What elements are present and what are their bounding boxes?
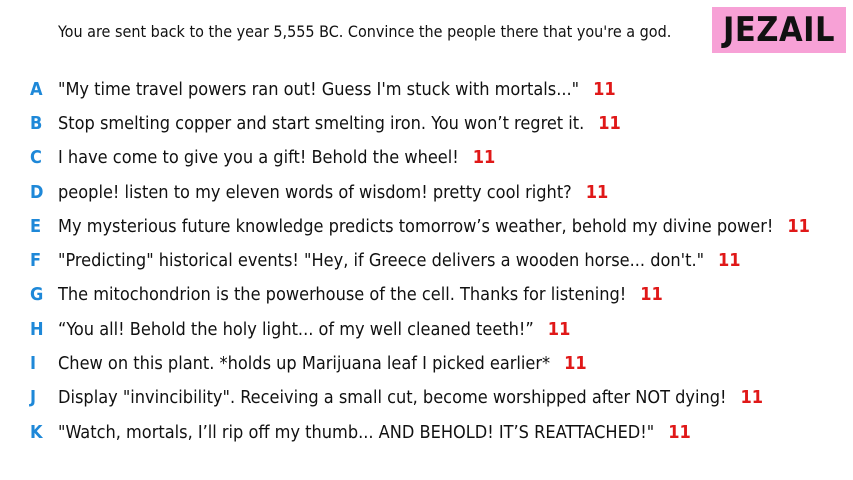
answer-score: 11 bbox=[593, 78, 616, 100]
answer-score: 11 bbox=[585, 181, 609, 203]
answer-score: 11 bbox=[740, 387, 764, 409]
answer-row: A "My time travel powers ran out! Guess … bbox=[0, 72, 853, 106]
answer-text: Stop smelting copper and start smelting … bbox=[58, 112, 585, 134]
answer-letter: A bbox=[30, 78, 43, 100]
answer-text: “You all! Behold the holy light... of my… bbox=[58, 318, 534, 340]
answer-letter: D bbox=[30, 181, 44, 203]
answer-row: E My mysterious future knowledge predict… bbox=[0, 209, 853, 243]
answer-row: J Display "invincibility". Receiving a s… bbox=[0, 381, 853, 415]
answer-row: C I have come to give you a gift! Behold… bbox=[0, 141, 853, 175]
answer-row: H “You all! Behold the holy light... of … bbox=[0, 312, 853, 346]
answer-letter: C bbox=[30, 147, 42, 169]
answer-letter: H bbox=[30, 318, 44, 340]
answer-score: 11 bbox=[718, 250, 741, 272]
answer-row: D people! listen to my eleven words of w… bbox=[0, 175, 853, 209]
answer-text: The mitochondrion is the powerhouse of t… bbox=[58, 284, 627, 306]
answer-score: 11 bbox=[787, 215, 810, 237]
prompt-text: You are sent back to the year 5,555 BC. … bbox=[58, 22, 672, 41]
answer-text: "Watch, mortals, I’ll rip off my thumb..… bbox=[58, 421, 655, 443]
answer-score: 11 bbox=[472, 147, 496, 169]
answer-text: "Predicting" historical events! "Hey, if… bbox=[58, 250, 705, 272]
answer-row: K "Watch, mortals, I’ll rip off my thumb… bbox=[0, 415, 853, 449]
answer-score: 11 bbox=[668, 421, 691, 443]
answer-letter: J bbox=[30, 387, 37, 409]
player-name-badge: JEZAIL bbox=[712, 7, 846, 53]
answer-list: A "My time travel powers ran out! Guess … bbox=[0, 72, 853, 449]
answer-score: 11 bbox=[564, 353, 587, 375]
answer-letter: I bbox=[30, 353, 37, 375]
answer-text: My mysterious future knowledge predicts … bbox=[58, 215, 774, 237]
answer-text: people! listen to my eleven words of wis… bbox=[58, 181, 572, 203]
answer-letter: G bbox=[30, 284, 44, 306]
answer-text: "My time travel powers ran out! Guess I'… bbox=[58, 78, 580, 100]
answer-letter: K bbox=[30, 421, 43, 443]
answer-score: 11 bbox=[598, 112, 621, 134]
answer-score: 11 bbox=[640, 284, 663, 306]
answer-row: I Chew on this plant. *holds up Marijuan… bbox=[0, 346, 853, 380]
player-name: JEZAIL bbox=[723, 10, 835, 50]
answer-letter: B bbox=[30, 112, 43, 134]
answer-row: F "Predicting" historical events! "Hey, … bbox=[0, 243, 853, 277]
answer-score: 11 bbox=[547, 318, 571, 340]
answer-letter: F bbox=[30, 250, 42, 272]
answer-text: I have come to give you a gift! Behold t… bbox=[58, 147, 459, 169]
answer-text: Display "invincibility". Receiving a sma… bbox=[58, 387, 727, 409]
answer-row: G The mitochondrion is the powerhouse of… bbox=[0, 278, 853, 312]
answer-letter: E bbox=[30, 215, 42, 237]
answer-row: B Stop smelting copper and start smeltin… bbox=[0, 106, 853, 140]
answer-text: Chew on this plant. *holds up Marijuana … bbox=[58, 353, 551, 375]
